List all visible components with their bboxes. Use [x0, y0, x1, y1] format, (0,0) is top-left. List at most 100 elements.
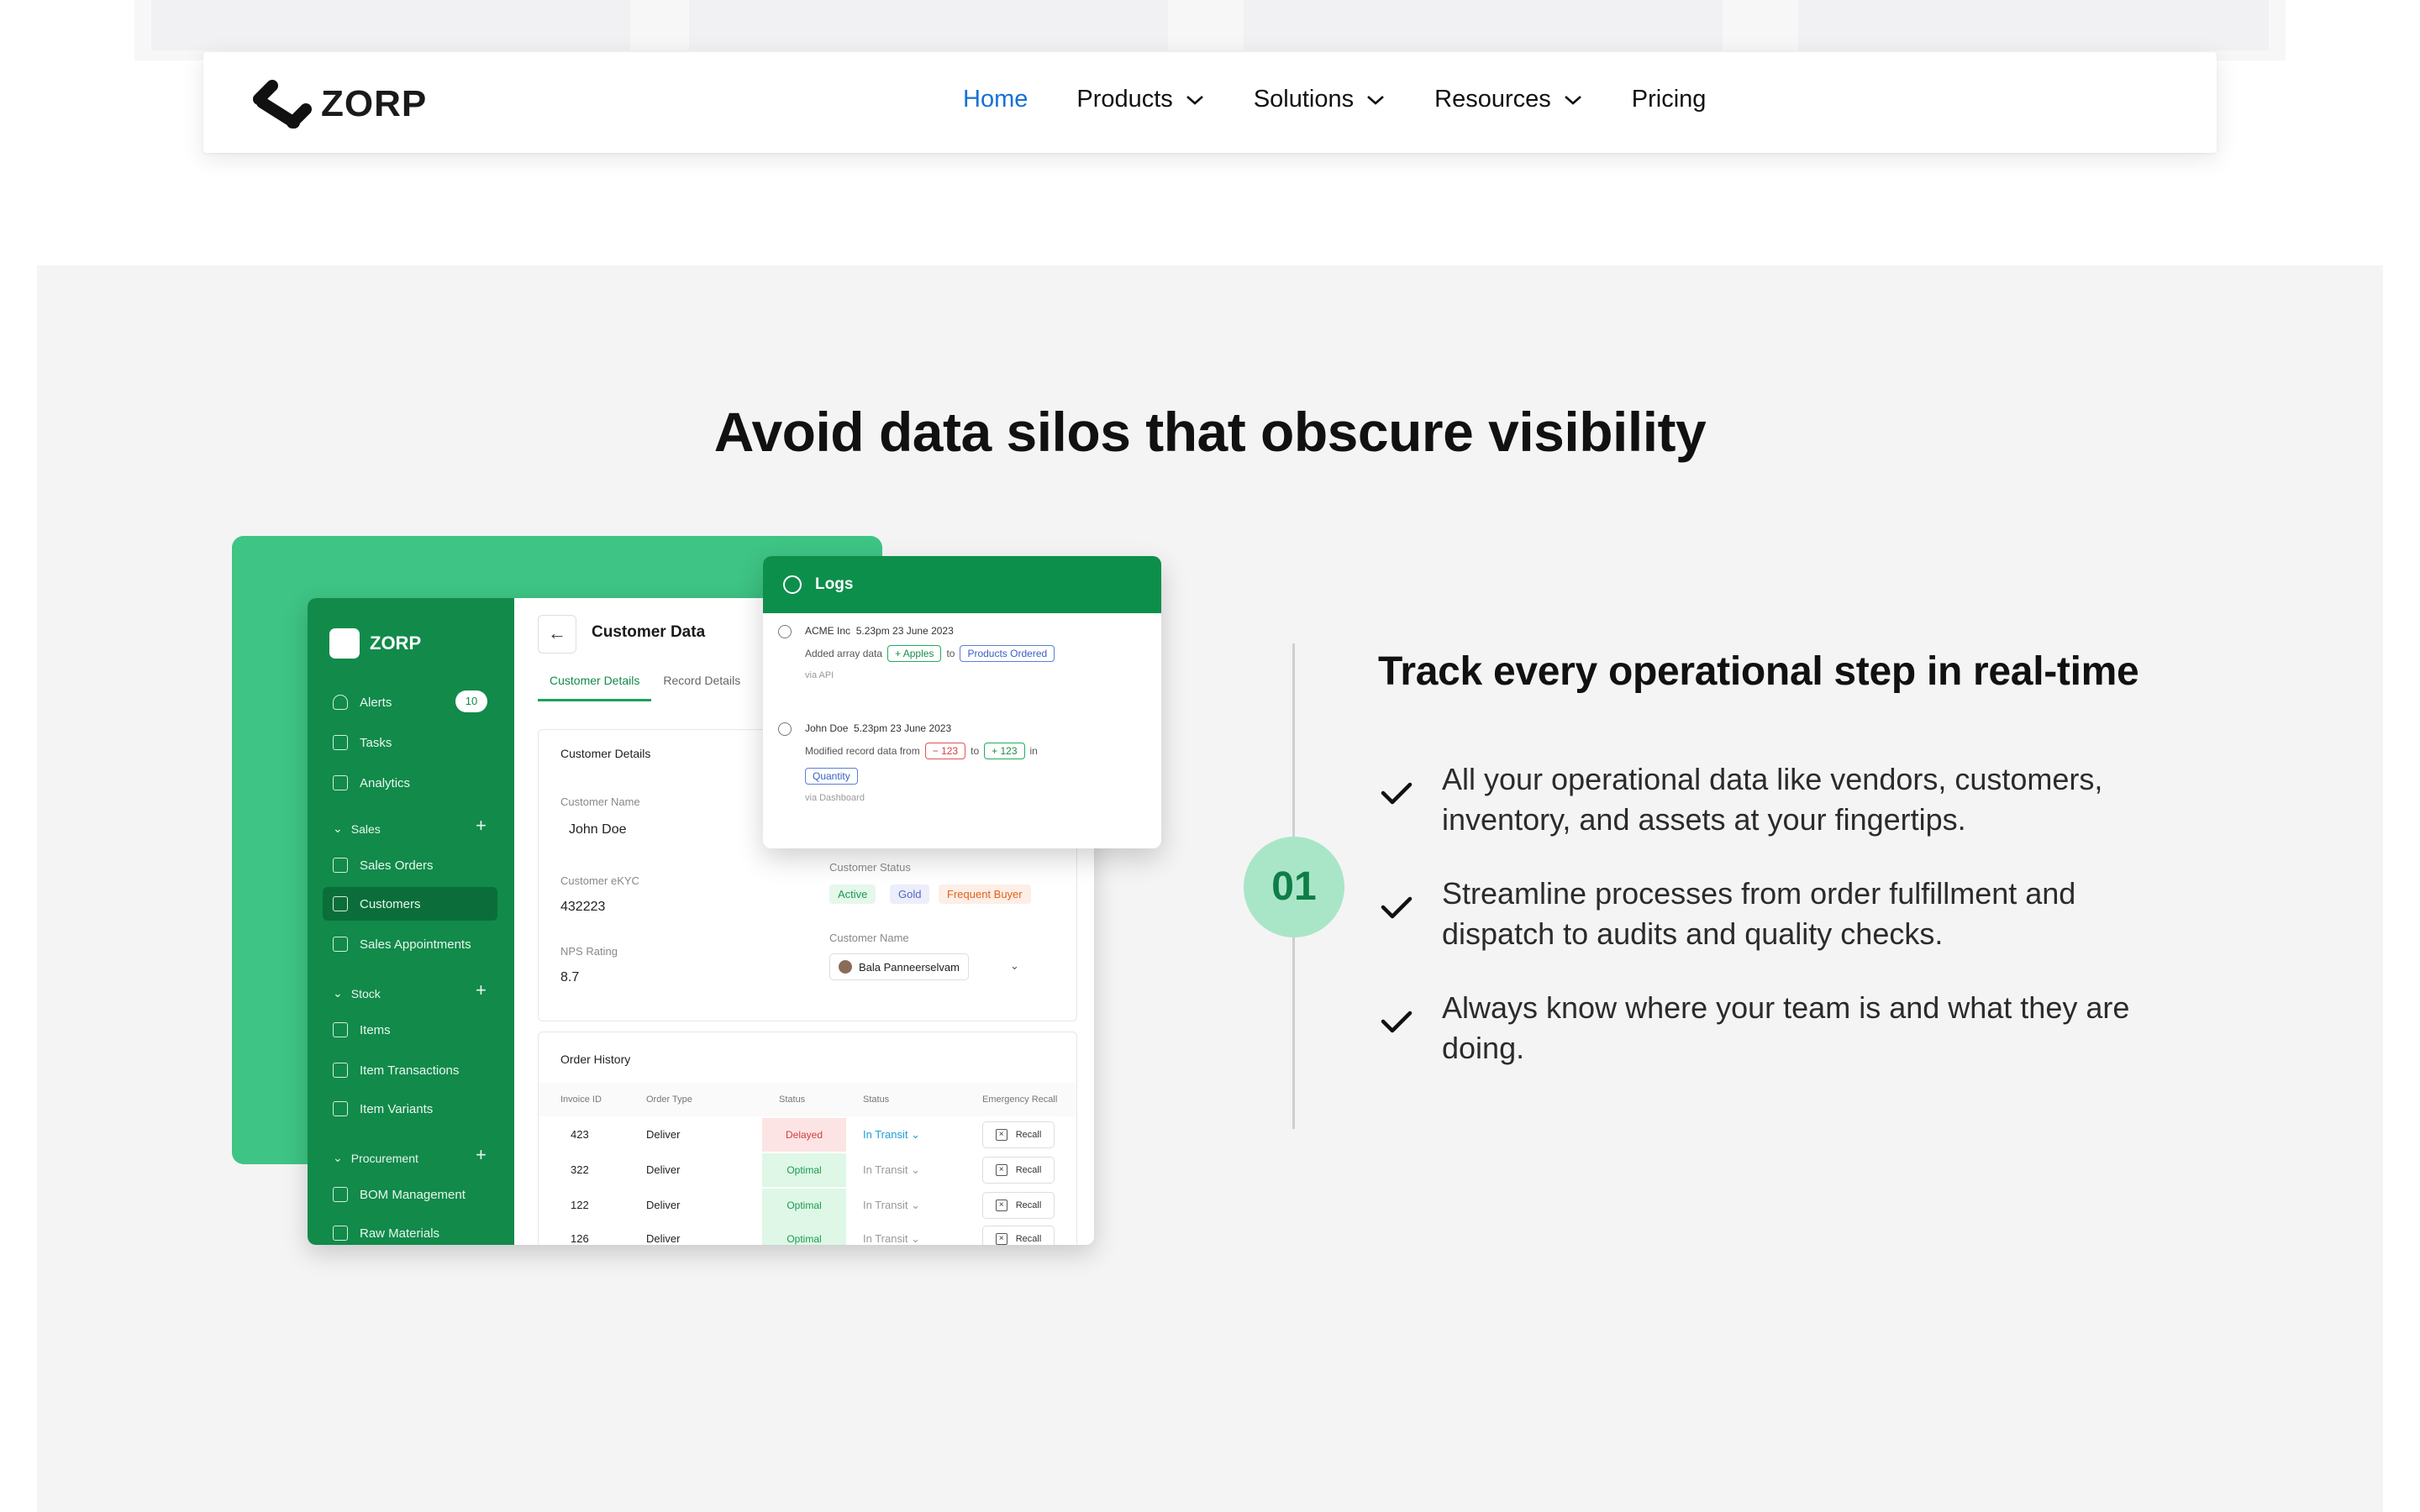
- card-title: Order History: [560, 1053, 631, 1066]
- log-time: 5.23pm 23 June 2023: [855, 625, 954, 637]
- brand-logo[interactable]: ZORP: [250, 74, 427, 134]
- add-sales-icon[interactable]: +: [476, 815, 487, 837]
- table-icon: [333, 1187, 348, 1202]
- assignee-select[interactable]: Bala Panneerselvam ⌄: [829, 953, 1019, 980]
- sidebar-label: BOM Management: [360, 1187, 466, 1202]
- log-tag: Products Ordered: [960, 645, 1055, 662]
- app-sidebar: ZORP Alerts 10 Tasks Analytics ⌄ Sales + …: [308, 598, 514, 1245]
- back-arrow-icon[interactable]: ←: [538, 615, 576, 654]
- column-header: Order Type: [646, 1095, 692, 1105]
- log-entry-action: Modified record data from − 123 to + 123 in: [805, 743, 1038, 759]
- transit-select[interactable]: In Transit ⌄: [863, 1199, 920, 1212]
- sidebar-group-label: Stock: [350, 986, 381, 1000]
- app-brand-name: ZORP: [370, 633, 422, 654]
- log-connector: to: [971, 745, 980, 757]
- add-stock-icon[interactable]: +: [476, 979, 487, 1001]
- bullet-text: Always know where your team is and what …: [1442, 990, 2130, 1065]
- log-entry-action: Added array data + Apples to Products Order…: [805, 645, 1060, 662]
- field-label: Customer eKYC: [560, 874, 639, 887]
- nav-solutions[interactable]: Solutions: [1254, 86, 1386, 113]
- strip-column: [1244, 0, 1723, 50]
- sidebar-item-bom-management[interactable]: BOM Management: [333, 1184, 466, 1205]
- chevron-down-icon: ⌄: [911, 1163, 920, 1176]
- column-header: Status: [779, 1095, 806, 1105]
- status-badge: Active: [829, 885, 876, 904]
- sidebar-item-analytics[interactable]: Analytics: [333, 773, 410, 793]
- invoice-cell: 423: [571, 1128, 589, 1141]
- log-action-text: Added array data: [805, 648, 883, 659]
- sidebar-label: Analytics: [360, 775, 411, 790]
- recall-button[interactable]: × Recall: [982, 1157, 1055, 1184]
- megaphone-icon: [333, 695, 348, 710]
- checkmark-icon: [1381, 782, 1413, 805]
- feature-section: Avoid data silos that obscure visibility…: [37, 265, 2383, 1512]
- sidebar-label: Items: [360, 1022, 391, 1037]
- sidebar-item-sales-orders[interactable]: Sales Orders: [333, 855, 434, 875]
- app-logo-icon: [329, 628, 360, 659]
- card-title: Customer Details: [560, 747, 651, 760]
- sidebar-group-procurement[interactable]: ⌄ Procurement: [333, 1151, 418, 1165]
- field-label: NPS Rating: [560, 945, 618, 958]
- sidebar-label: Tasks: [360, 735, 392, 750]
- logs-title: Logs: [815, 575, 854, 593]
- chevron-down-icon: ⌄: [333, 822, 343, 835]
- page-title: Customer Data: [592, 623, 706, 641]
- sidebar-group-sales[interactable]: ⌄ Sales: [333, 822, 381, 836]
- sidebar-label: Sales Appointments: [360, 937, 471, 952]
- recall-button[interactable]: × Recall: [982, 1192, 1055, 1219]
- sidebar-group-stock[interactable]: ⌄ Stock: [333, 986, 381, 1000]
- tab-customer-details[interactable]: Customer Details: [538, 674, 652, 701]
- step-number-badge: 01: [1244, 837, 1344, 937]
- transit-select[interactable]: In Transit ⌄: [863, 1163, 920, 1177]
- checkmark-icon: [1381, 1011, 1413, 1033]
- log-tag: + 123: [984, 743, 1025, 759]
- sidebar-item-raw-materials[interactable]: Raw Materials: [333, 1223, 439, 1243]
- nav-pricing[interactable]: Pricing: [1632, 86, 1707, 113]
- transit-select[interactable]: In Transit ⌄: [863, 1128, 920, 1142]
- strip-column: [151, 0, 630, 50]
- chevron-down-icon: [1367, 95, 1384, 105]
- strip-column: [689, 0, 1168, 50]
- sidebar-item-alerts[interactable]: Alerts: [333, 692, 392, 712]
- sidebar-item-item-transactions[interactable]: Item Transactions: [333, 1060, 459, 1080]
- order-history-card: Order History Invoice ID Order Type Stat…: [538, 1032, 1077, 1245]
- nav-solutions-label: Solutions: [1253, 86, 1355, 113]
- log-tag: Quantity: [805, 768, 858, 785]
- order-type-cell: Deliver: [646, 1128, 681, 1141]
- close-box-icon: ×: [995, 1129, 1007, 1141]
- recall-button[interactable]: × Recall: [982, 1121, 1055, 1148]
- order-type-cell: Deliver: [646, 1199, 681, 1211]
- nav-home[interactable]: Home: [963, 86, 1028, 113]
- table-icon: [333, 1022, 348, 1037]
- zorp-logo-icon: [253, 80, 312, 129]
- table-icon: [333, 1226, 348, 1241]
- field-label: Customer Status: [829, 861, 911, 874]
- recall-label: Recall: [1015, 1200, 1042, 1210]
- column-header: Status: [863, 1095, 890, 1105]
- order-type-cell: Deliver: [646, 1163, 681, 1176]
- transit-select[interactable]: In Transit ⌄: [863, 1232, 920, 1245]
- log-tag: + Apples: [887, 645, 942, 662]
- log-entry-header: John Doe 5.23pm 23 June 2023: [805, 722, 951, 734]
- add-procurement-icon[interactable]: +: [476, 1144, 487, 1166]
- log-source: via API: [805, 670, 834, 680]
- sidebar-label: Item Transactions: [360, 1063, 460, 1078]
- table-icon: [333, 896, 348, 911]
- step-title: Track every operational step in real-tim…: [1378, 649, 2139, 694]
- table-icon: [333, 858, 348, 873]
- sidebar-item-customers[interactable]: Customers: [323, 887, 497, 921]
- detail-tabs: Customer Details Record Details: [538, 674, 752, 701]
- tasks-icon: [333, 735, 348, 750]
- sidebar-item-item-variants[interactable]: Item Variants: [333, 1099, 433, 1119]
- sidebar-item-items[interactable]: Items: [333, 1020, 391, 1040]
- recall-button[interactable]: × Recall: [982, 1226, 1055, 1245]
- recall-label: Recall: [1015, 1165, 1042, 1175]
- sidebar-item-sales-appointments[interactable]: Sales Appointments: [333, 934, 471, 954]
- tab-record-details[interactable]: Record Details: [651, 674, 752, 701]
- nav-products[interactable]: Products: [1076, 86, 1204, 113]
- log-tag: − 123: [924, 743, 966, 759]
- nav-resources[interactable]: Resources: [1434, 86, 1583, 113]
- sidebar-item-tasks[interactable]: Tasks: [333, 732, 392, 753]
- order-type-cell: Deliver: [646, 1232, 681, 1245]
- clock-icon: [778, 722, 792, 736]
